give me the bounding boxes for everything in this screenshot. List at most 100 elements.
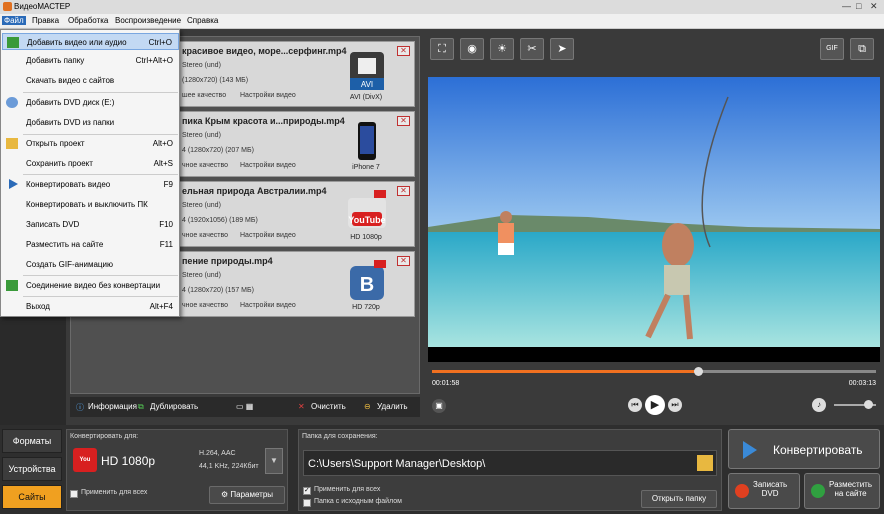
title-bar: ВидеоМАСТЕР — □ ✕ bbox=[0, 0, 884, 14]
menu-item-add-folder[interactable]: Добавить папку Ctrl+Alt+O bbox=[2, 52, 179, 69]
svg-text:B: B bbox=[360, 274, 374, 296]
speed-icon[interactable]: ➤ bbox=[550, 38, 574, 60]
clear-icon: ✕ bbox=[298, 402, 305, 411]
total-time: 00:03:13 bbox=[848, 380, 876, 387]
apply-all-folder-checkbox[interactable]: ✓ bbox=[303, 487, 311, 495]
format-label: HD 720p bbox=[352, 304, 380, 311]
file-quality[interactable]: чное качество bbox=[182, 232, 228, 239]
remove-file-button[interactable]: ✕ bbox=[397, 186, 410, 196]
fullscreen-icon[interactable]: ⧉ bbox=[850, 38, 874, 60]
save-folder-label: Папка для сохранения: bbox=[302, 433, 378, 440]
open-folder-button[interactable]: Открыть папку bbox=[641, 490, 717, 508]
remove-file-button[interactable]: ✕ bbox=[397, 256, 410, 266]
file-audio: Stereo (und) bbox=[182, 202, 221, 209]
menu-item-join[interactable]: Соединение видео без конвертации bbox=[2, 277, 179, 294]
menu-edit[interactable]: Правка bbox=[30, 16, 61, 25]
burn-dvd-button[interactable]: Записать DVD bbox=[728, 473, 800, 509]
codec-info: H.264, AAC bbox=[199, 450, 236, 457]
view-toggle[interactable]: ▭ ▦ bbox=[236, 402, 253, 411]
file-name: красивое видео, море...серфинг.mp4 bbox=[182, 46, 347, 56]
join-icon bbox=[6, 280, 18, 291]
tab-devices[interactable]: Устройства bbox=[2, 457, 62, 481]
duplicate-button[interactable]: Дублировать bbox=[150, 402, 198, 411]
menu-bar: Файл Правка Обработка Воспроизведение Сп… bbox=[0, 14, 884, 29]
format-label: AVI (DivX) bbox=[349, 94, 383, 101]
menu-item-exit[interactable]: Выход Alt+F4 bbox=[2, 298, 179, 315]
list-toolbar: ⓘ Информация ⧉ Дублировать ▭ ▦ ✕ Очистит… bbox=[70, 397, 420, 417]
close-window-button[interactable]: ✕ bbox=[870, 1, 878, 12]
volume-icon[interactable]: ♪ bbox=[812, 398, 826, 412]
format-dropdown-button[interactable]: ▼ bbox=[265, 448, 283, 474]
menu-item-add-video[interactable]: Добавить видео или аудио Ctrl+O bbox=[2, 33, 179, 50]
menu-item-burn-dvd[interactable]: Записать DVD F10 bbox=[2, 216, 179, 233]
file-audio: Stereo (und) bbox=[182, 132, 221, 139]
effects-icon[interactable]: ◉ bbox=[460, 38, 484, 60]
brightness-icon[interactable]: ☀ bbox=[490, 38, 514, 60]
video-settings-link[interactable]: Настройки видео bbox=[240, 92, 296, 99]
crop-icon[interactable]: ⛶ bbox=[430, 38, 454, 60]
gif-button[interactable]: GIF bbox=[820, 38, 844, 60]
menu-item-dvd-folder[interactable]: Добавить DVD из папки bbox=[2, 114, 179, 131]
info-button[interactable]: Информация bbox=[88, 402, 137, 411]
menu-help[interactable]: Справка bbox=[185, 16, 220, 25]
selected-format[interactable]: HD 1080p bbox=[101, 454, 155, 468]
menu-item-download[interactable]: Скачать видео с сайтов bbox=[2, 72, 179, 89]
play-icon[interactable]: ▶ bbox=[645, 395, 665, 415]
convert-arrow-icon bbox=[743, 441, 757, 459]
snapshot-icon[interactable]: ▣ bbox=[432, 399, 446, 413]
current-time: 00:01:58 bbox=[432, 380, 460, 387]
app-logo-icon bbox=[3, 2, 12, 11]
file-quality[interactable]: чное качество bbox=[182, 302, 228, 309]
menu-item-open-project[interactable]: Открыть проект Alt+O bbox=[2, 135, 179, 152]
remove-file-button[interactable]: ✕ bbox=[397, 116, 410, 126]
menu-item-convert[interactable]: Конвертировать видео F9 bbox=[2, 176, 179, 193]
volume-knob[interactable] bbox=[864, 400, 873, 409]
tab-formats[interactable]: Форматы bbox=[2, 429, 62, 453]
next-frame-icon[interactable]: ⏭ bbox=[668, 398, 682, 412]
preview-toolbar: ⛶ ◉ ☀ ✂ ➤ GIF ⧉ bbox=[428, 36, 880, 64]
menu-item-publish[interactable]: Разместить на сайте F11 bbox=[2, 236, 179, 253]
maximize-button[interactable]: □ bbox=[856, 1, 861, 11]
menu-item-convert-shutdown[interactable]: Конвертировать и выключить ПК bbox=[2, 196, 179, 213]
menu-file[interactable]: Файл bbox=[2, 16, 26, 25]
delete-icon: ⊖ bbox=[364, 402, 371, 411]
trim-icon[interactable]: ✂ bbox=[520, 38, 544, 60]
globe-icon bbox=[811, 484, 825, 498]
dvd-icon bbox=[735, 484, 749, 498]
menu-playback[interactable]: Воспроизведение bbox=[113, 16, 183, 25]
clear-button[interactable]: Очистить bbox=[311, 402, 346, 411]
file-audio: Stereo (und) bbox=[182, 62, 221, 69]
tab-sites[interactable]: Сайты bbox=[2, 485, 62, 509]
browse-folder-icon[interactable] bbox=[697, 455, 713, 471]
prev-frame-icon[interactable]: ⏮ bbox=[628, 398, 642, 412]
file-info: 4 (1920x1056) (189 МБ) bbox=[182, 217, 258, 224]
vk-icon: B bbox=[346, 260, 388, 302]
seek-slider[interactable] bbox=[694, 367, 704, 376]
minimize-button[interactable]: — bbox=[842, 1, 851, 11]
video-settings-link[interactable]: Настройки видео bbox=[240, 302, 296, 309]
menu-item-add-dvd[interactable]: Добавить DVD диск (E:) bbox=[2, 94, 179, 111]
menu-item-save-project[interactable]: Сохранить проект Alt+S bbox=[2, 155, 179, 172]
dvd-icon bbox=[6, 97, 18, 108]
file-quality[interactable]: чное качество bbox=[182, 162, 228, 169]
file-quality[interactable]: шее качество bbox=[182, 92, 226, 99]
iphone-icon bbox=[346, 120, 388, 162]
source-folder-checkbox[interactable] bbox=[303, 499, 311, 507]
avi-format-icon: AVI bbox=[346, 50, 388, 92]
apply-all-checkbox[interactable] bbox=[70, 490, 78, 498]
publish-button[interactable]: Разместить на сайте bbox=[804, 473, 880, 509]
format-label: HD 1080p bbox=[350, 234, 382, 241]
remove-file-button[interactable]: ✕ bbox=[397, 46, 410, 56]
video-settings-link[interactable]: Настройки видео bbox=[240, 162, 296, 169]
file-info: 4 (1280x720) (157 МБ) bbox=[182, 287, 254, 294]
delete-button[interactable]: Удалить bbox=[377, 402, 408, 411]
source-folder-label: Папка с исходным файлом bbox=[314, 498, 402, 505]
save-path-input[interactable]: C:\Users\Support Manager\Desktop\ bbox=[303, 450, 717, 476]
convert-button[interactable]: Конвертировать bbox=[728, 429, 880, 469]
menu-item-gif[interactable]: Создать GIF-анимацию bbox=[2, 256, 179, 273]
video-settings-link[interactable]: Настройки видео bbox=[240, 232, 296, 239]
add-video-icon bbox=[7, 37, 19, 48]
audio-info: 44,1 KHz, 224Кбит bbox=[199, 463, 259, 470]
menu-processing[interactable]: Обработка bbox=[66, 16, 110, 25]
params-button[interactable]: ⚙ Параметры bbox=[209, 486, 285, 504]
